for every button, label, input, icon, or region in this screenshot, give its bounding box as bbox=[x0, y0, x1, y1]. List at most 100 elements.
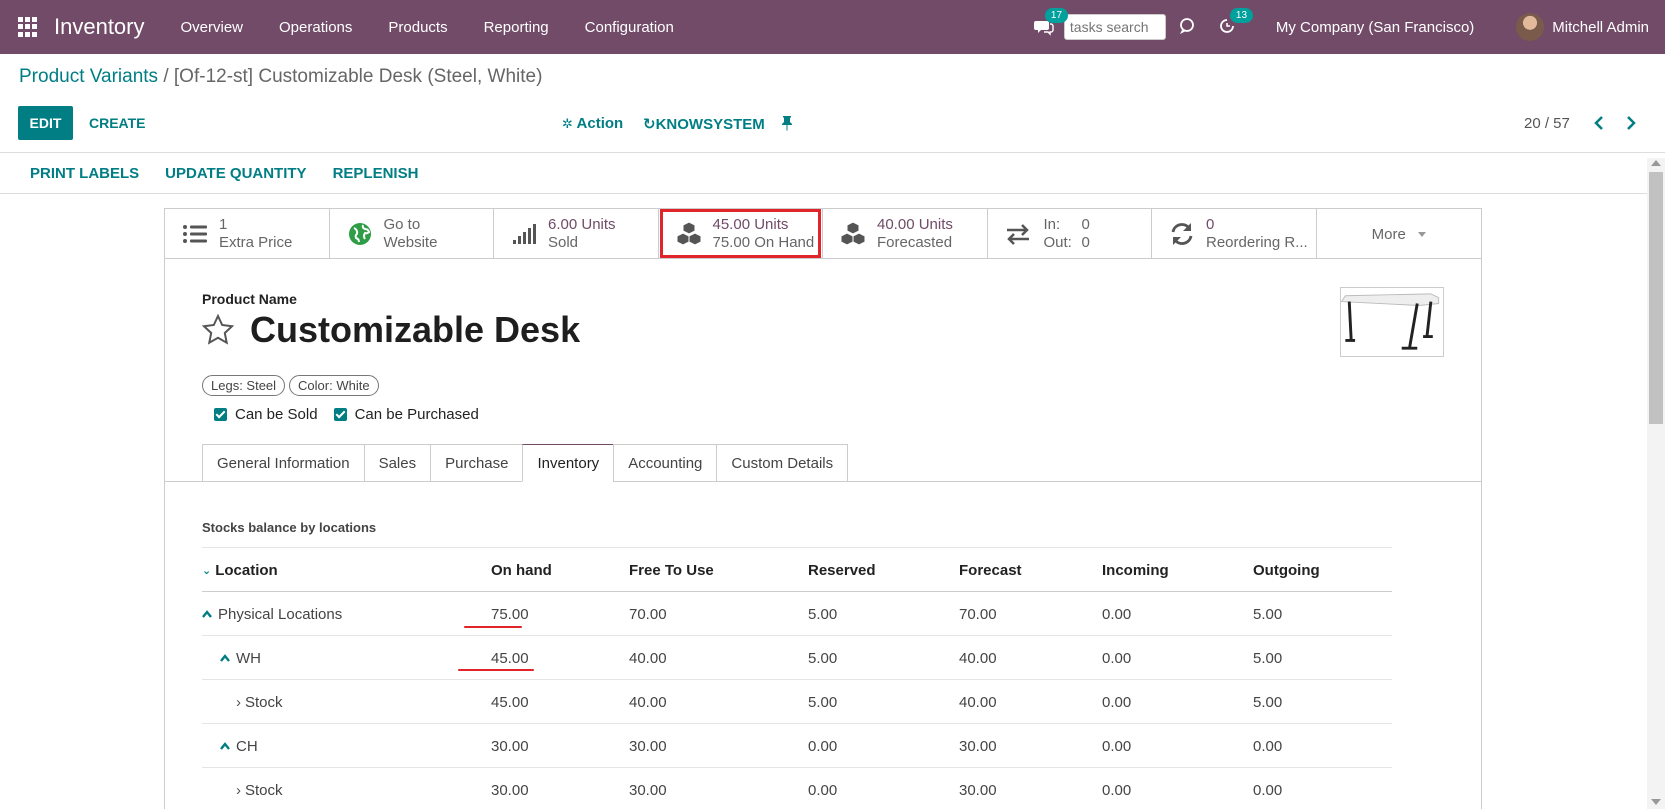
user-avatar[interactable] bbox=[1516, 13, 1545, 41]
menu-products[interactable]: Products bbox=[370, 19, 465, 36]
chevron-right-icon[interactable]: › bbox=[236, 782, 241, 799]
incoming-cell: 0.00 bbox=[1102, 605, 1132, 623]
chevron-up-icon[interactable] bbox=[220, 653, 230, 663]
activities-icon[interactable]: 13 bbox=[1218, 8, 1254, 37]
column-forecast[interactable]: Forecast bbox=[959, 548, 1022, 592]
tab-sales[interactable]: Sales bbox=[363, 444, 431, 482]
forecasted-button[interactable]: 40.00 Units Forecasted bbox=[823, 209, 988, 259]
go-to-website-button[interactable]: Go to Website bbox=[330, 209, 494, 259]
scroll-down-arrow-icon[interactable] bbox=[1651, 799, 1661, 805]
in-value: 0 bbox=[1081, 216, 1090, 233]
main-menu: Overview Operations Products Reporting C… bbox=[163, 19, 692, 36]
scroll-up-arrow-icon[interactable] bbox=[1651, 160, 1661, 166]
menu-reporting[interactable]: Reporting bbox=[466, 19, 567, 36]
knowsystem-button[interactable]: ↻KNOWSYSTEM bbox=[643, 115, 765, 133]
column-location-label: Location bbox=[215, 561, 278, 579]
double-chevron-down-icon[interactable]: ⌄ bbox=[202, 564, 211, 577]
location-cell[interactable]: CH bbox=[202, 724, 258, 768]
free-to-use-cell: 30.00 bbox=[629, 781, 667, 799]
can-be-sold-checkbox[interactable] bbox=[214, 408, 227, 421]
tab-accounting[interactable]: Accounting bbox=[613, 444, 717, 482]
edit-button[interactable]: EDIT bbox=[18, 106, 73, 140]
pager-previous-icon[interactable] bbox=[1590, 114, 1608, 132]
column-incoming[interactable]: Incoming bbox=[1102, 548, 1169, 592]
tab-purchase[interactable]: Purchase bbox=[430, 444, 523, 482]
highlight-underline bbox=[458, 669, 534, 671]
table-row[interactable]: › Stock 30.00 30.00 0.00 30.00 0.00 0.00 bbox=[202, 768, 1392, 809]
breadcrumb-current: [Of-12-st] Customizable Desk (Steel, Whi… bbox=[173, 66, 543, 87]
discuss-icon[interactable] bbox=[1178, 17, 1198, 37]
free-to-use-cell: 40.00 bbox=[629, 649, 667, 667]
table-row[interactable]: › Stock 45.00 40.00 5.00 40.00 0.00 5.00 bbox=[202, 680, 1392, 724]
chevron-right-icon[interactable]: › bbox=[236, 694, 241, 711]
column-location[interactable]: ⌄ Location bbox=[202, 548, 278, 592]
menu-overview[interactable]: Overview bbox=[163, 19, 262, 36]
table-row[interactable]: CH 30.00 30.00 0.00 30.00 0.00 0.00 bbox=[202, 724, 1392, 768]
table-row[interactable]: WH 45.00 40.00 5.00 40.00 0.00 5.00 bbox=[202, 636, 1392, 680]
free-to-use-cell: 30.00 bbox=[629, 737, 667, 755]
tab-general-information[interactable]: General Information bbox=[202, 444, 364, 482]
stock-balance-title: Stocks balance by locations bbox=[202, 520, 377, 535]
location-cell[interactable]: › Stock bbox=[202, 680, 283, 724]
column-outgoing[interactable]: Outgoing bbox=[1253, 548, 1320, 592]
outgoing-cell: 5.00 bbox=[1253, 605, 1283, 623]
website-line2: Website bbox=[383, 234, 438, 251]
print-labels-button[interactable]: PRINT LABELS bbox=[30, 165, 139, 182]
product-name[interactable]: Customizable Desk bbox=[250, 309, 580, 351]
table-row[interactable]: Physical Locations 75.00 70.00 5.00 70.0… bbox=[202, 592, 1392, 636]
menu-operations[interactable]: Operations bbox=[261, 19, 370, 36]
apps-grid-icon[interactable] bbox=[18, 17, 38, 37]
column-free-to-use[interactable]: Free To Use bbox=[629, 548, 714, 592]
reserved-cell: 0.00 bbox=[808, 781, 838, 799]
more-button[interactable]: More bbox=[1317, 209, 1481, 259]
column-on-hand[interactable]: On hand bbox=[491, 548, 552, 592]
location-name: Stock bbox=[245, 781, 283, 799]
replenish-button[interactable]: REPLENISH bbox=[333, 165, 419, 182]
location-name: Stock bbox=[245, 693, 283, 711]
update-quantity-button[interactable]: UPDATE QUANTITY bbox=[165, 165, 306, 182]
vertical-scrollbar[interactable] bbox=[1647, 158, 1665, 809]
out-label: Out: bbox=[1043, 234, 1072, 251]
product-image[interactable] bbox=[1340, 287, 1444, 357]
pin-icon[interactable] bbox=[780, 115, 794, 131]
stock-balance-table: ⌄ Location On hand Free To Use Reserved F… bbox=[202, 547, 1392, 809]
location-cell[interactable]: WH bbox=[202, 636, 261, 680]
tab-custom-details[interactable]: Custom Details bbox=[716, 444, 849, 482]
tasks-search-input[interactable] bbox=[1063, 14, 1166, 40]
location-name: Physical Locations bbox=[218, 605, 343, 623]
column-reserved[interactable]: Reserved bbox=[808, 548, 876, 592]
chevron-up-icon[interactable] bbox=[202, 609, 212, 619]
menu-configuration[interactable]: Configuration bbox=[567, 19, 692, 36]
forecasted-value: 40.00 Units bbox=[877, 216, 953, 233]
location-cell[interactable]: › Stock bbox=[202, 768, 283, 809]
pager-value[interactable]: 20 / 57 bbox=[1524, 115, 1570, 132]
extra-price-button[interactable]: 1 Extra Price bbox=[165, 209, 330, 259]
scrollbar-thumb[interactable] bbox=[1649, 172, 1663, 424]
highlight-box bbox=[659, 209, 821, 258]
knowsystem-label: KNOWSYSTEM bbox=[655, 116, 765, 133]
sold-button[interactable]: 6.00 Units Sold bbox=[494, 209, 659, 259]
tab-inventory[interactable]: Inventory bbox=[522, 444, 614, 482]
on-hand-cell: 30.00 bbox=[491, 737, 529, 755]
can-be-sold-label: Can be Sold bbox=[235, 406, 318, 423]
can-be-purchased-checkbox[interactable] bbox=[333, 408, 347, 421]
out-value: 0 bbox=[1081, 234, 1090, 251]
action-menu[interactable]: ✲ Action bbox=[562, 115, 623, 132]
pager-next-icon[interactable] bbox=[1622, 114, 1640, 132]
star-icon[interactable] bbox=[201, 313, 235, 347]
app-title[interactable]: Inventory bbox=[54, 14, 145, 40]
create-button[interactable]: CREATE bbox=[89, 115, 146, 131]
user-menu[interactable]: Mitchell Admin bbox=[1552, 19, 1649, 36]
location-cell[interactable]: Physical Locations bbox=[202, 592, 342, 636]
company-switcher[interactable]: My Company (San Francisco) bbox=[1276, 19, 1474, 36]
reordering-value: 0 bbox=[1206, 216, 1215, 233]
on-hand-button[interactable]: 45.00 Units 75.00 On Hand bbox=[659, 209, 823, 259]
forecast-cell: 70.00 bbox=[959, 605, 997, 623]
chevron-up-icon[interactable] bbox=[220, 741, 230, 751]
notebook-tabs: General Information Sales Purchase Inven… bbox=[202, 444, 849, 482]
messages-icon[interactable]: 17 bbox=[1033, 8, 1069, 37]
highlight-underline bbox=[464, 626, 522, 628]
reordering-rules-button[interactable]: 0 Reordering R... bbox=[1152, 209, 1317, 259]
breadcrumb-product-variants[interactable]: Product Variants bbox=[19, 66, 158, 87]
in-out-button[interactable]: In: 0 Out: 0 bbox=[988, 209, 1152, 259]
